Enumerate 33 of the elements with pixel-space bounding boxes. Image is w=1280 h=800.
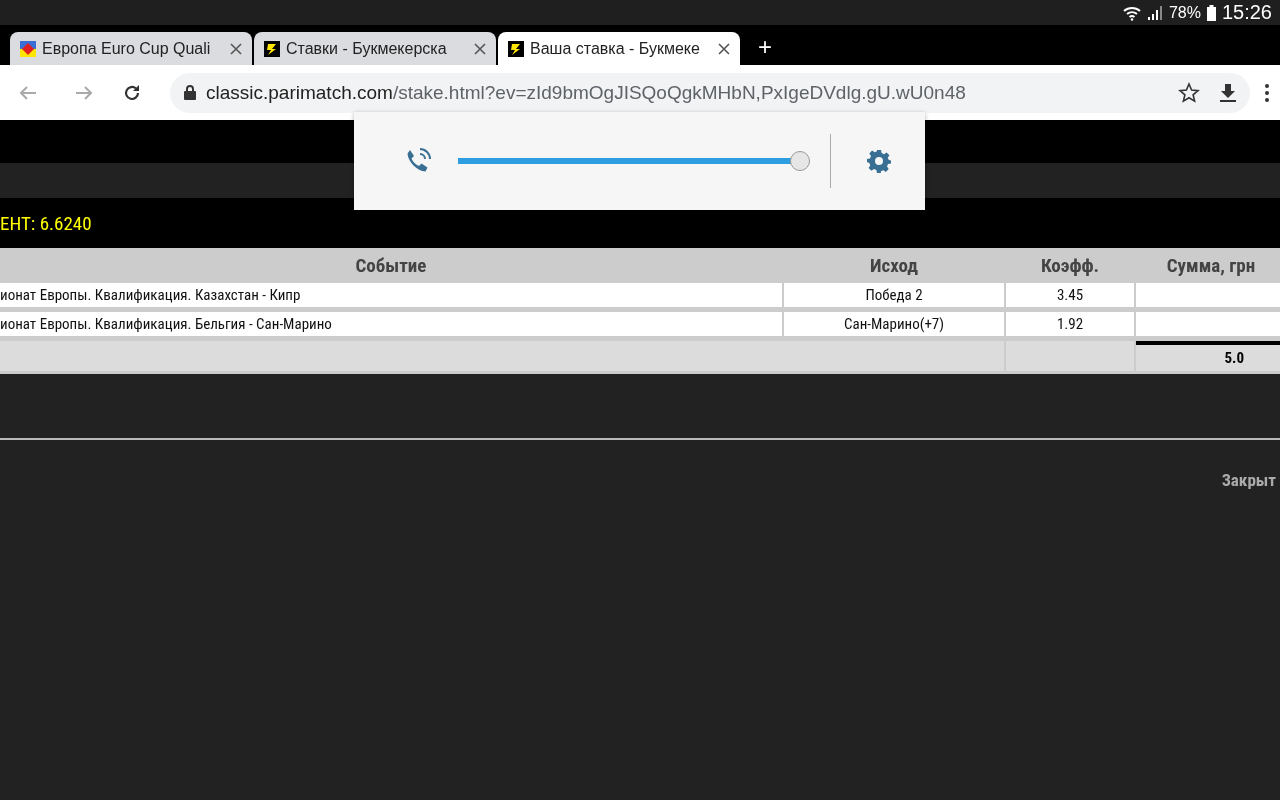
download-icon[interactable] [1220, 83, 1236, 102]
phone-icon [404, 147, 432, 175]
close-icon[interactable] [230, 42, 242, 55]
star-icon[interactable] [1178, 81, 1200, 104]
total-amount: 5.0 [1136, 341, 1280, 371]
browser-tab[interactable]: Европа Euro Cup Quali [10, 32, 252, 65]
wifi-icon [1122, 4, 1141, 21]
clock: 15:26 [1221, 1, 1272, 24]
browser-tab[interactable]: Ставки - Букмекерска [254, 32, 496, 65]
table-cell: ионат Европы. Квалификация. Бельгия - Сан-Марино [0, 312, 782, 336]
total-coefficient: ЕНТ: 6.6240 [0, 211, 92, 235]
table-cell: ионат Европы. Квалификация. Казахстан - Кипр [0, 283, 782, 307]
favicon-icon [20, 40, 36, 57]
lock-icon [184, 85, 196, 100]
slider-thumb[interactable] [790, 151, 810, 171]
table-cell: Победа 2 [784, 283, 1004, 307]
new-tab-button[interactable]: + [758, 33, 772, 61]
table-cell: 3.45 [1006, 283, 1134, 307]
close-icon[interactable] [718, 42, 730, 55]
address-bar[interactable]: classic.parimatch.com/stake.html?ev=zId9bmOgJISQoQgkMHbN,PxIgeDVdlg.gU.wU0n48 [170, 72, 1250, 113]
settings-icon[interactable] [867, 149, 891, 173]
battery-percent: 78% [1168, 3, 1201, 22]
favicon-icon [264, 40, 280, 57]
table-cell: 1.92 [1006, 312, 1134, 336]
close-link[interactable]: Закрыт [1221, 470, 1276, 490]
signal-icon [1146, 4, 1163, 21]
close-icon[interactable] [474, 42, 486, 55]
battery-icon [1206, 4, 1216, 21]
browser-tab[interactable]: Ваша ставка - Букмеке [498, 32, 740, 65]
url-text: classic.parimatch.com/stake.html?ev=zId9bmOgJISQoQgkMHbN,PxIgeDVdlg.gU.wU0n48 [206, 81, 966, 104]
menu-icon[interactable] [1264, 82, 1270, 103]
favicon-icon [508, 40, 524, 57]
table-cell: Сан-Марино(+7) [784, 312, 1004, 336]
